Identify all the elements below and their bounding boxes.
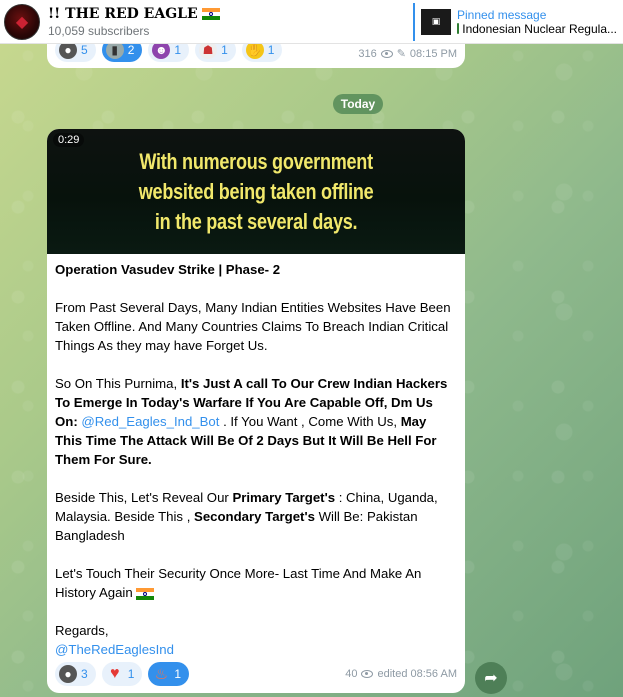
reaction-count: 2 bbox=[127, 43, 135, 57]
fire-icon: ♨ bbox=[154, 666, 169, 683]
bold-text: Primary Target's bbox=[232, 490, 336, 505]
document-icon bbox=[457, 23, 460, 34]
face-icon: ● bbox=[59, 665, 77, 683]
message-paragraph: So On This Purnima, It's Just A call To … bbox=[55, 374, 457, 469]
message-text: Operation Vasudev Strike | Phase- 2 From… bbox=[47, 254, 465, 659]
message-meta: 40 edited 08:56 AM bbox=[345, 668, 457, 680]
channel-title: !! THE RED EAGLE bbox=[48, 6, 413, 22]
text-span: So On This Purnima, bbox=[55, 376, 181, 391]
message-bubble: 0:29 With numerous government websited b… bbox=[47, 129, 465, 693]
bold-text: Secondary Target's bbox=[194, 509, 315, 524]
reaction-chip[interactable]: ♥ 1 bbox=[101, 662, 143, 686]
pinned-text: Indonesian Nuclear Regula... bbox=[457, 22, 617, 36]
message-reactions: ● 3 ♥ 1 ♨ 1 bbox=[55, 662, 190, 686]
pin-icon: ✎ bbox=[396, 48, 406, 60]
channel-info[interactable]: !! THE RED EAGLE 10,059 subscribers bbox=[48, 6, 413, 38]
forward-icon[interactable]: ➦ bbox=[475, 662, 507, 694]
heart-icon: ♥ bbox=[109, 665, 120, 682]
bot-link[interactable]: @Red_Eagles_Ind_Bot bbox=[81, 414, 219, 429]
subscriber-count: 10,059 subscribers bbox=[48, 23, 150, 38]
pinned-message-bar[interactable]: ▣ Pinned message Indonesian Nuclear Regu… bbox=[413, 2, 617, 41]
date-separator: Today bbox=[333, 94, 383, 114]
text-span: Beside This, Let's Reveal Our bbox=[55, 490, 233, 505]
reaction-count: 1 bbox=[267, 43, 275, 57]
edited-time: edited 08:56 AM bbox=[377, 668, 457, 680]
pinned-thumbnail: ▣ bbox=[421, 8, 451, 35]
reaction-count: 3 bbox=[81, 667, 88, 681]
reaction-chip[interactable]: ♨ 1 bbox=[148, 662, 190, 686]
signature-link[interactable]: @TheRedEaglesInd bbox=[55, 640, 457, 659]
message-paragraph: Let's Touch Their Security Once More- La… bbox=[55, 564, 457, 602]
video-duration: 0:29 bbox=[53, 133, 85, 147]
chat-header: ◆ !! THE RED EAGLE 10,059 subscribers ▣ … bbox=[0, 0, 623, 44]
text-span: Let's Touch Their Security Once More- La… bbox=[55, 566, 422, 600]
message-title: Operation Vasudev Strike | Phase- 2 bbox=[55, 262, 281, 277]
message-time: 08:15 PM bbox=[409, 47, 457, 60]
channel-avatar[interactable]: ◆ bbox=[4, 3, 40, 40]
message-paragraph: Beside This, Let's Reveal Our Primary Ta… bbox=[55, 488, 457, 545]
channel-title-text: !! THE RED EAGLE bbox=[48, 5, 198, 22]
reaction-count: 1 bbox=[127, 667, 135, 681]
view-count: 316 bbox=[358, 47, 377, 60]
india-flag-icon bbox=[201, 7, 220, 20]
message-footer: ● 3 ♥ 1 ♨ 1 40 edited 08:56 AM bbox=[55, 661, 457, 687]
text-span: . If You Want , Come With Us, bbox=[219, 414, 401, 429]
pinned-label: Pinned message bbox=[457, 7, 547, 22]
message-paragraph: From Past Several Days, Many Indian Enti… bbox=[55, 300, 451, 353]
eye-icon bbox=[380, 49, 393, 58]
eye-icon bbox=[361, 670, 374, 678]
previous-message-meta: 316 ✎ 08:15 PM bbox=[358, 47, 457, 62]
pinned-text-value: Indonesian Nuclear Regula... bbox=[462, 21, 617, 36]
reaction-chip[interactable]: ● 3 bbox=[55, 662, 96, 686]
reaction-count: 1 bbox=[174, 667, 182, 681]
reaction-count: 5 bbox=[81, 43, 88, 57]
regards-text: Regards, bbox=[55, 623, 109, 638]
video-caption: With numerous government websited being … bbox=[138, 148, 374, 234]
reaction-count: 1 bbox=[174, 43, 182, 57]
video-preview[interactable]: 0:29 With numerous government websited b… bbox=[47, 129, 465, 254]
reaction-count: 1 bbox=[221, 43, 228, 57]
india-flag-icon bbox=[136, 587, 155, 600]
view-count: 40 bbox=[345, 668, 358, 680]
